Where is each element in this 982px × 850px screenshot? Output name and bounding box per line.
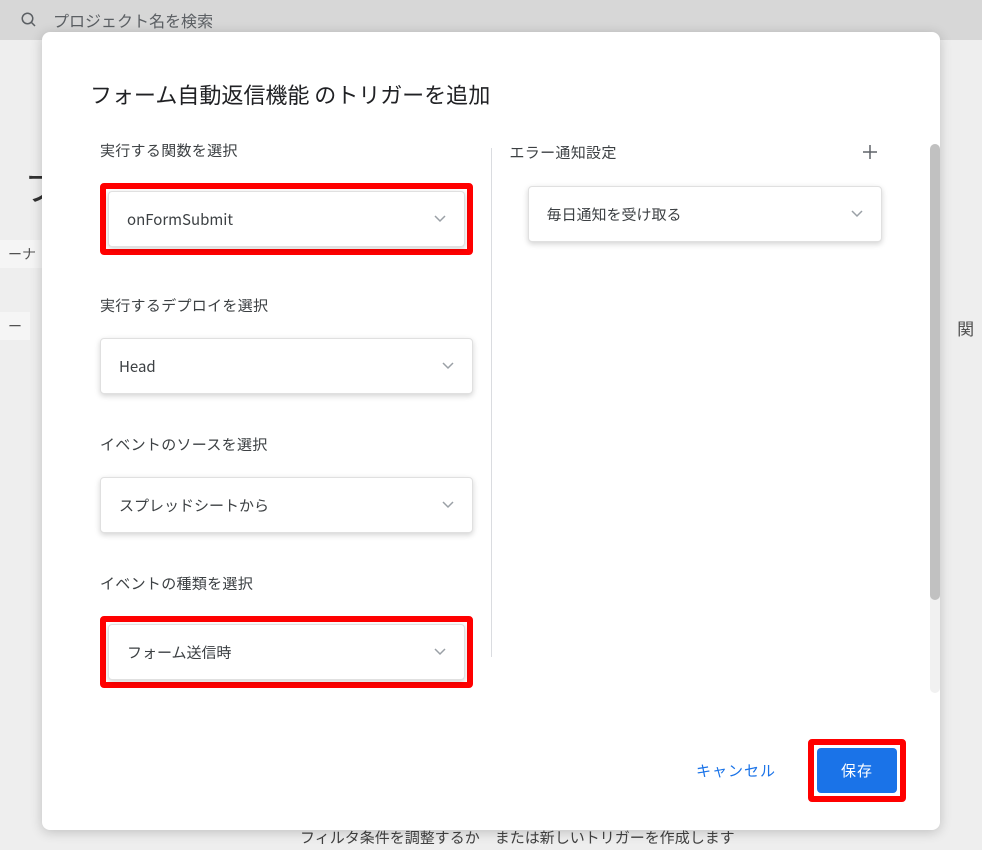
source-field: イベントのソースを選択 スプレッドシートから: [100, 434, 473, 533]
dialog-body: 実行する関数を選択 onFormSubmit 実行するデプロイを選択 Head …: [42, 140, 940, 721]
highlight-function: onFormSubmit: [100, 183, 473, 255]
dialog-title: フォーム自動返信機能 のトリガーを追加: [42, 32, 940, 140]
trigger-dialog: フォーム自動返信機能 のトリガーを追加 実行する関数を選択 onFormSubm…: [42, 32, 940, 830]
deploy-label: 実行するデプロイを選択: [100, 295, 473, 316]
type-select[interactable]: フォーム送信時: [108, 624, 465, 680]
scrollbar-thumb[interactable]: [930, 144, 940, 600]
deploy-select[interactable]: Head: [100, 338, 473, 394]
source-label: イベントのソースを選択: [100, 434, 473, 455]
add-error-icon[interactable]: [858, 140, 882, 164]
chevron-down-icon: [434, 648, 446, 656]
chevron-down-icon: [434, 215, 446, 223]
source-select[interactable]: スプレッドシートから: [100, 477, 473, 533]
source-value: スプレッドシートから: [119, 495, 269, 516]
error-label: エラー通知設定: [510, 142, 617, 163]
error-value: 毎日通知を受け取る: [547, 204, 682, 225]
cancel-button[interactable]: キャンセル: [678, 750, 794, 791]
chevron-down-icon: [442, 362, 454, 370]
function-select[interactable]: onFormSubmit: [108, 191, 465, 247]
scrollbar[interactable]: [930, 144, 940, 693]
highlight-type: フォーム送信時: [100, 616, 473, 688]
left-column: 実行する関数を選択 onFormSubmit 実行するデプロイを選択 Head …: [82, 140, 491, 721]
function-field: 実行する関数を選択 onFormSubmit: [100, 140, 473, 255]
plus-icon: [860, 142, 880, 162]
error-field: エラー通知設定 毎日通知を受け取る: [510, 140, 883, 242]
function-value: onFormSubmit: [127, 209, 233, 230]
type-value: フォーム送信時: [127, 642, 232, 663]
type-label: イベントの種類を選択: [100, 573, 473, 594]
dialog-footer: キャンセル 保存: [42, 721, 940, 830]
error-header: エラー通知設定: [510, 140, 883, 164]
save-button[interactable]: 保存: [817, 748, 897, 793]
function-label: 実行する関数を選択: [100, 140, 473, 161]
deploy-value: Head: [119, 356, 156, 377]
right-column: エラー通知設定 毎日通知を受け取る: [492, 140, 901, 721]
highlight-save: 保存: [808, 739, 906, 802]
deploy-field: 実行するデプロイを選択 Head: [100, 295, 473, 394]
error-select[interactable]: 毎日通知を受け取る: [528, 186, 883, 242]
chevron-down-icon: [851, 210, 863, 218]
chevron-down-icon: [442, 501, 454, 509]
type-field: イベントの種類を選択 フォーム送信時: [100, 573, 473, 688]
